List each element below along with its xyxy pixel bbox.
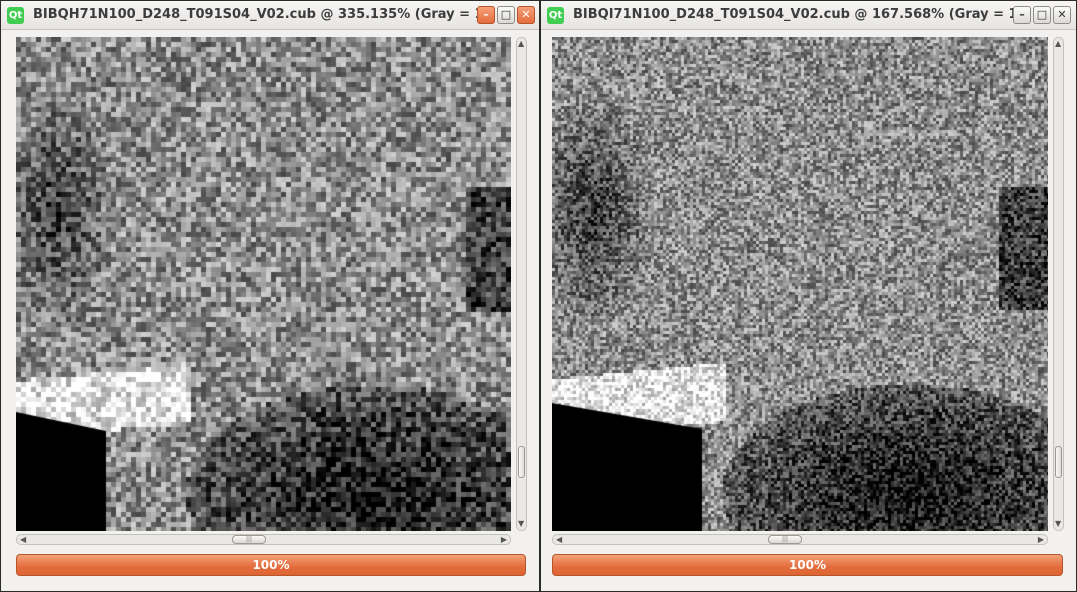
window-title: BIBQH71N100_D248_T091S04_V02.cub @ 335.1… (33, 7, 490, 22)
image-viewport[interactable] (552, 37, 1048, 531)
scroll-right-icon[interactable]: ▶ (501, 536, 507, 544)
horizontal-scroll-thumb[interactable]: ||| (232, 535, 266, 544)
qt-logo-icon: Qt (547, 7, 564, 24)
close-button[interactable]: ✕ (1053, 6, 1071, 24)
horizontal-scrollbar[interactable]: ◀ ||| ▶ (16, 534, 511, 545)
title-bar[interactable]: Qt BIBQH71N100_D248_T091S04_V02.cub @ 33… (1, 1, 539, 30)
close-button[interactable]: ✕ (517, 6, 535, 24)
vertical-scroll-thumb[interactable] (1055, 446, 1062, 478)
scroll-right-icon[interactable]: ▶ (1038, 536, 1044, 544)
scroll-down-icon[interactable]: ▼ (1055, 520, 1061, 528)
scroll-up-icon[interactable]: ▲ (518, 40, 524, 48)
maximize-button[interactable]: □ (497, 6, 515, 24)
title-bar[interactable]: Qt BIBQI71N100_D248_T091S04_V02.cub @ 16… (541, 1, 1076, 30)
vertical-scrollbar[interactable]: ▲ ▼ (516, 37, 527, 531)
horizontal-scroll-thumb[interactable]: ||| (768, 535, 802, 544)
vertical-scroll-thumb[interactable] (518, 446, 525, 478)
cube-viewport-window-right: Qt BIBQI71N100_D248_T091S04_V02.cub @ 16… (540, 0, 1077, 592)
scroll-down-icon[interactable]: ▼ (518, 520, 524, 528)
maximize-button[interactable]: □ (1033, 6, 1051, 24)
minimize-button[interactable]: – (1013, 6, 1031, 24)
cube-image[interactable] (552, 37, 1048, 531)
scroll-left-icon[interactable]: ◀ (20, 536, 26, 544)
cube-image[interactable] (16, 37, 511, 531)
window-title: BIBQI71N100_D248_T091S04_V02.cub @ 167.5… (573, 7, 1024, 22)
minimize-button[interactable]: – (477, 6, 495, 24)
cube-viewport-window-left: Qt BIBQH71N100_D248_T091S04_V02.cub @ 33… (0, 0, 540, 592)
progress-bar: 100% (16, 554, 526, 576)
horizontal-scrollbar[interactable]: ◀ ||| ▶ (552, 534, 1048, 545)
vertical-scrollbar[interactable]: ▲ ▼ (1053, 37, 1064, 531)
scroll-left-icon[interactable]: ◀ (556, 536, 562, 544)
image-viewport[interactable] (16, 37, 511, 531)
qt-logo-icon: Qt (7, 7, 24, 24)
progress-bar: 100% (552, 554, 1063, 576)
scroll-up-icon[interactable]: ▲ (1055, 40, 1061, 48)
